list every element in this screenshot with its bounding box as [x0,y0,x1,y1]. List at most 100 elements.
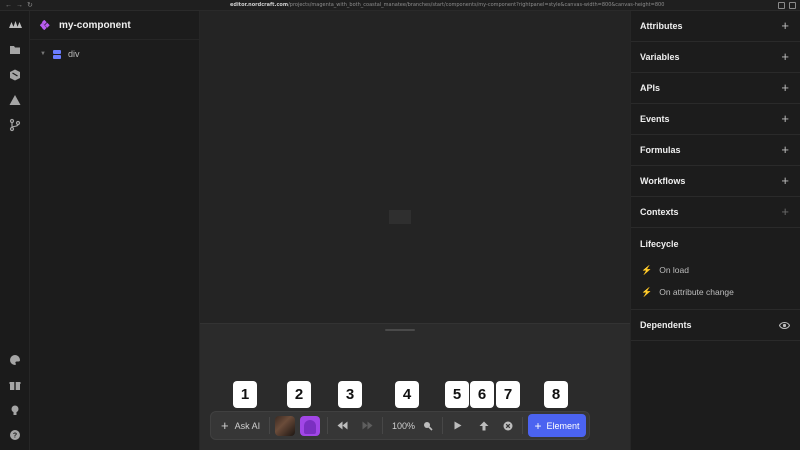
undo-button[interactable] [337,412,348,439]
icon-rail: ? [0,11,30,450]
browser-toolbar: ← → ↻ editor.nordcraft.com/projects/mage… [0,0,800,11]
component-header: my-component [30,11,199,40]
avatar-collaborator[interactable] [300,416,320,436]
section-dependents[interactable]: Dependents [631,310,800,341]
rewind-icon [337,421,348,430]
eye-icon[interactable] [779,320,790,331]
git-branch-icon[interactable] [8,118,22,132]
callout-7: 7 [496,381,520,408]
plus-icon: + [221,418,229,433]
avatar-user[interactable] [275,416,295,436]
preview-button[interactable] [454,412,462,439]
add-variable-icon[interactable]: + [781,50,789,63]
section-variables[interactable]: Variables + [631,42,800,73]
lifecycle-label: On load [659,265,689,275]
tree-node-label: div [67,49,80,59]
section-label: Dependents [640,320,692,330]
logo-icon[interactable] [8,17,22,31]
plus-icon: + [534,418,542,433]
callout-1: 1 [233,381,257,408]
section-lifecycle: Lifecycle ⚡ On load ⚡ On attribute chang… [631,228,800,310]
add-api-icon[interactable]: + [781,81,789,94]
folder-icon[interactable] [8,43,22,57]
tree-node-div[interactable]: ▼ div [30,40,199,68]
section-label: Formulas [640,145,681,155]
lifecycle-title: Lifecycle [640,238,679,249]
lifecycle-label: On attribute change [659,287,734,297]
callout-2: 2 [287,381,311,408]
forward-icon[interactable]: → [16,1,23,10]
resize-handle[interactable] [385,329,415,331]
section-label: Variables [640,52,680,62]
divider [442,417,443,434]
section-label: Events [640,114,670,124]
component-icon [40,20,50,30]
section-label: APIs [640,83,661,93]
palette-icon[interactable] [8,353,22,367]
back-icon[interactable]: ← [5,1,12,10]
canvas-toolbar: + Ask AI 100% + Element [210,411,590,440]
section-apis[interactable]: APIs + [631,73,800,104]
callout-6: 6 [470,381,494,408]
callout-3: 3 [338,381,362,408]
ask-ai-label: Ask AI [234,420,261,431]
lightbulb-icon[interactable] [8,403,22,417]
add-event-icon[interactable]: + [781,112,789,125]
fast-forward-icon [362,421,373,430]
redo-button[interactable] [362,412,373,439]
lifecycle-on-attribute-change[interactable]: ⚡ On attribute change [631,281,800,303]
section-label: Contexts [640,207,679,217]
section-attributes[interactable]: Attributes + [631,11,800,42]
element-label: Element [546,420,580,431]
close-circle-icon [503,421,513,430]
add-workflow-icon[interactable]: + [781,174,789,187]
play-icon [454,421,462,430]
divider [269,417,270,434]
zoom-text: 100% [392,420,416,431]
window-icon[interactable] [789,2,796,9]
section-label: Attributes [640,21,683,31]
divider [522,417,523,434]
component-title[interactable]: my-component [59,20,131,31]
section-formulas[interactable]: Formulas + [631,135,800,166]
url-host: editor.nordcraft.com [230,2,289,8]
caret-down-icon[interactable]: ▼ [40,51,46,57]
warning-icon[interactable] [8,93,22,107]
reload-icon[interactable]: ↻ [27,1,33,10]
help-icon[interactable]: ? [8,428,22,442]
publish-button[interactable] [479,412,489,439]
element-tree-panel: my-component ▼ div [30,11,200,450]
callout-5: 5 [445,381,469,408]
add-element-button[interactable]: + Element [528,414,586,437]
add-attribute-icon[interactable]: + [781,19,789,32]
canvas-div-element[interactable] [389,210,411,224]
bolt-icon: ⚡ [641,286,653,297]
add-formula-icon[interactable]: + [781,143,789,156]
section-events[interactable]: Events + [631,104,800,135]
svg-text:?: ? [13,433,17,440]
zoom-level[interactable]: 100% [392,412,415,439]
callout-4: 4 [395,381,419,408]
properties-panel: Attributes + Variables + APIs + Events +… [630,11,800,450]
div-icon [52,49,61,59]
url-path: /projects/magenta_with_both_coastal_mana… [288,2,665,8]
extension-icon[interactable] [778,2,785,9]
package-icon[interactable] [8,68,22,82]
bolt-icon: ⚡ [641,264,653,275]
section-contexts[interactable]: Contexts + [631,197,800,228]
zoom-icon [424,421,433,431]
callout-8: 8 [544,381,568,408]
gift-icon[interactable] [8,378,22,392]
add-context-icon[interactable]: + [781,205,789,218]
issues-button[interactable] [503,412,513,439]
lifecycle-on-load[interactable]: ⚡ On load [631,259,800,281]
section-workflows[interactable]: Workflows + [631,166,800,197]
section-label: Workflows [640,176,686,186]
upload-icon [479,421,489,430]
address-bar[interactable]: editor.nordcraft.com/projects/magenta_wi… [230,1,664,10]
canvas[interactable] [200,11,630,323]
divider [327,417,328,434]
zoom-button[interactable] [423,412,433,439]
divider [382,417,383,434]
ask-ai-button[interactable]: + Ask AI [221,412,260,439]
